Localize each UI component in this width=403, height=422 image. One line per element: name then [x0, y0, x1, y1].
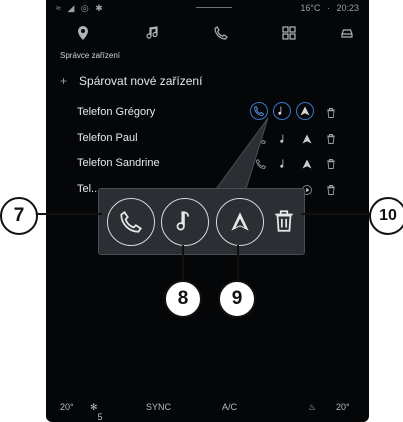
temp-right[interactable]: 20° [336, 402, 350, 412]
callout-8-line [182, 245, 184, 285]
delete-function-button[interactable] [261, 198, 307, 244]
sync-button[interactable]: SYNC [146, 402, 171, 412]
callout-9: 9 [218, 280, 256, 318]
music-note-icon [176, 211, 190, 231]
temp-left[interactable]: 20° [60, 402, 74, 412]
climate-bar: 20° ✻ 5 SYNC A/C ♨ 20° [46, 392, 369, 422]
android-auto-function-button[interactable] [216, 198, 264, 246]
callout-10-line [301, 213, 373, 215]
fan-level[interactable]: ✻ 5 [90, 402, 103, 422]
fan-value: 5 [97, 412, 103, 422]
zoom-popup [98, 188, 305, 255]
ac-button[interactable]: A/C [222, 402, 237, 412]
phone-icon [120, 211, 142, 233]
phone-function-button[interactable] [107, 198, 155, 246]
seat-heat-icon[interactable]: ♨ [308, 402, 316, 413]
callout-9-line [237, 245, 239, 285]
callout-10: 10 [369, 197, 403, 235]
callout-8: 8 [164, 280, 202, 318]
trash-icon [275, 210, 293, 232]
music-function-button[interactable] [161, 198, 209, 246]
callout-7-line [30, 213, 102, 215]
infotainment-screen: ≈ ◢ ◎ ✱ 16°C · 20:23 Správce zařízení + S… [46, 0, 369, 422]
android-auto-icon [231, 212, 249, 231]
callout-7: 7 [0, 197, 38, 235]
